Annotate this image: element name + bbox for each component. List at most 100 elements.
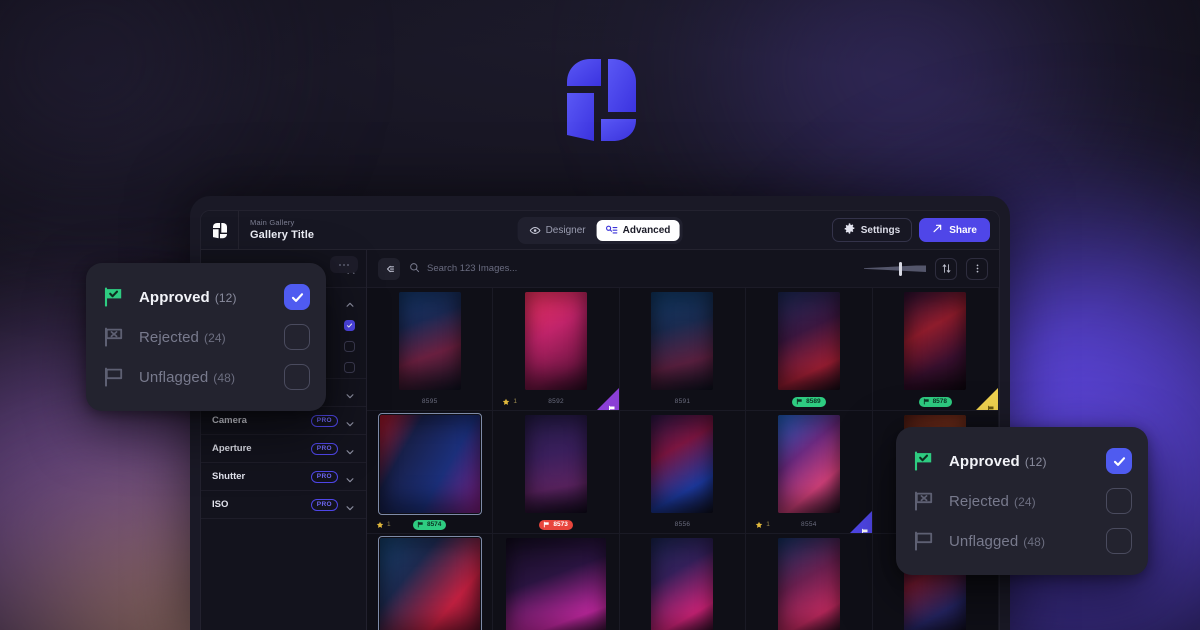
flag-unflagged-icon	[102, 365, 126, 389]
sidebar-section-header-camera[interactable]: Camera PRO	[201, 407, 366, 434]
corner-flag-icon	[861, 523, 869, 533]
photo-cell[interactable]: 8478	[493, 534, 620, 630]
photo-flag-badge-label: 8578	[932, 398, 948, 405]
photo-flag-badge-label: 8574	[426, 521, 442, 528]
popover-flag-row-rejected[interactable]: Rejected (24)	[912, 481, 1132, 521]
sidebar-flag-checkbox[interactable]	[344, 341, 355, 352]
popover-flag-checkbox[interactable]	[284, 284, 310, 310]
popover-flag-count: (48)	[213, 370, 236, 385]
chevron-down-icon[interactable]	[345, 388, 355, 398]
thumbnail-size-slider[interactable]	[864, 258, 926, 280]
popover-flag-count: (12)	[1024, 454, 1047, 469]
photo-cell[interactable]: 8595	[367, 288, 494, 411]
photo-cell[interactable]: 8578	[872, 288, 999, 411]
star-rating[interactable]: 1	[755, 521, 770, 529]
photo-flag-badge[interactable]: 8589	[792, 396, 826, 407]
popover-flag-checkbox[interactable]	[1106, 488, 1132, 514]
popover-flag-label: Rejected (24)	[139, 328, 226, 346]
photo-flag-badge[interactable]: 8574	[412, 519, 447, 530]
corner-flag-icon	[608, 400, 616, 410]
chevron-down-icon[interactable]	[345, 472, 355, 482]
tab-designer[interactable]: Designer	[521, 220, 595, 241]
photo-thumbnail[interactable]	[525, 415, 588, 513]
popover-flag-checkbox[interactable]	[284, 364, 310, 390]
photo-cell[interactable]: 1 8574	[367, 411, 494, 534]
popover-flag-row-approved[interactable]: Approved (12)	[102, 277, 310, 317]
pro-badge: PRO	[310, 442, 338, 455]
star-rating[interactable]: 1	[376, 521, 391, 529]
photo-thumbnail[interactable]	[506, 538, 607, 630]
photo-cell[interactable]: 1 8592	[493, 288, 620, 411]
sidebar-section-header-iso[interactable]: ISO PRO	[201, 491, 366, 518]
photo-cell[interactable]: 8471	[746, 534, 873, 630]
photo-thumbnail[interactable]	[777, 415, 840, 513]
photo-cell[interactable]: 1 8554	[746, 411, 873, 534]
photo-cell[interactable]: 18479	[367, 534, 494, 630]
popover-flag-count: (24)	[1014, 494, 1036, 509]
photo-flag-badge-label: 8573	[553, 521, 568, 528]
popover-flag-row-rejected[interactable]: Rejected (24)	[102, 317, 310, 357]
photo-cell[interactable]: 8556	[619, 411, 747, 534]
sidebar-flag-checkbox[interactable]	[344, 362, 355, 373]
photo-flag-badge[interactable]: 8573	[539, 519, 573, 530]
photo-thumbnail[interactable]	[398, 292, 461, 390]
sidebar-more-button[interactable]	[330, 256, 358, 273]
sort-updown-icon[interactable]	[935, 257, 957, 280]
photo-thumbnail[interactable]	[377, 536, 482, 630]
star-rating-value: 1	[387, 521, 391, 528]
aperture-logo-icon	[561, 56, 641, 144]
chevron-down-icon[interactable]	[345, 444, 355, 454]
search-input[interactable]	[427, 263, 855, 274]
settings-button[interactable]: Settings	[831, 218, 913, 242]
photo-cell-footer: 8595	[367, 393, 492, 410]
photo-cell[interactable]: 8589	[746, 288, 873, 411]
share-label: Share	[949, 224, 977, 236]
collapse-sidebar-icon[interactable]	[378, 257, 400, 280]
photo-thumbnail[interactable]	[525, 292, 588, 390]
photo-thumbnail[interactable]	[651, 292, 714, 390]
filter-sliders-icon	[606, 225, 618, 236]
popover-flag-checkbox[interactable]	[1106, 448, 1132, 474]
photo-flag-badge[interactable]: 8578	[918, 396, 953, 407]
chevron-up-icon[interactable]	[345, 297, 355, 307]
sidebar-flag-checkbox[interactable]	[344, 320, 355, 331]
sidebar-section-header-aperture[interactable]: Aperture PRO	[201, 435, 366, 462]
tab-advanced[interactable]: Advanced	[596, 219, 680, 241]
popover-flag-row-unflagged[interactable]: Unflagged (48)	[102, 357, 310, 397]
eye-icon	[529, 225, 541, 236]
photo-thumbnail[interactable]	[777, 538, 840, 630]
popover-flag-row-approved[interactable]: Approved (12)	[912, 441, 1132, 481]
app-logo-icon[interactable]	[201, 211, 239, 249]
photo-thumbnail[interactable]	[651, 538, 714, 630]
flag-filter-popover-right[interactable]: Approved (12) Rejected (24) Unflagged (48)	[896, 427, 1148, 575]
photo-filename: 8556	[674, 521, 691, 528]
app-window-bezel: Main Gallery Gallery Title Designer Adva…	[190, 196, 1010, 630]
sidebar-section-label: Camera	[212, 415, 247, 426]
photo-thumbnail[interactable]	[904, 292, 967, 390]
photo-filename: 8592	[548, 398, 564, 405]
star-rating[interactable]: 1	[502, 398, 517, 406]
photo-cell[interactable]: 8591	[619, 288, 747, 411]
popover-flag-row-unflagged[interactable]: Unflagged (48)	[912, 521, 1132, 561]
photo-thumbnail[interactable]	[651, 415, 714, 513]
sidebar-section-iso: ISO PRO	[201, 491, 366, 519]
chevron-down-icon[interactable]	[345, 416, 355, 426]
flag-filter-popover-left[interactable]: Approved (12) Rejected (24) Unflagged (48)	[86, 263, 326, 411]
photo-thumbnail[interactable]	[777, 292, 840, 390]
popover-flag-count: (24)	[204, 330, 226, 345]
popover-flag-checkbox[interactable]	[1106, 528, 1132, 554]
share-button[interactable]: Share	[919, 218, 990, 242]
gear-icon	[844, 223, 855, 237]
sidebar-section-header-shutter[interactable]: Shutter PRO	[201, 463, 366, 490]
more-vertical-icon[interactable]	[966, 257, 988, 280]
photo-cell[interactable]: 8473	[620, 534, 747, 630]
flag-rejected-icon	[912, 489, 936, 513]
chevron-down-icon[interactable]	[345, 500, 355, 510]
sidebar-section-label: Aperture	[212, 443, 252, 454]
photo-cell[interactable]: 8573	[493, 411, 620, 534]
sidebar-section-label: Shutter	[212, 471, 246, 482]
photo-flag-badge-label: 8589	[806, 398, 821, 405]
search-field[interactable]	[409, 260, 855, 278]
popover-flag-checkbox[interactable]	[284, 324, 310, 350]
photo-thumbnail[interactable]	[377, 413, 482, 515]
